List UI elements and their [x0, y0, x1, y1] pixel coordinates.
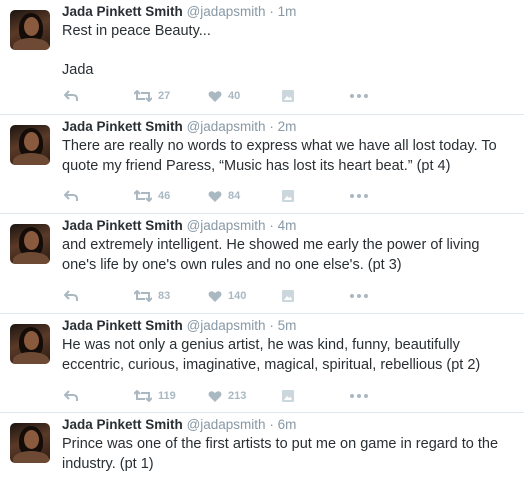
tweet-header: Jada Pinkett Smith @jadapsmith · 5m	[62, 318, 296, 334]
avatar[interactable]	[10, 324, 50, 364]
like-count: 40	[228, 90, 241, 102]
timestamp[interactable]: 6m	[278, 417, 297, 432]
tweet-header: Jada Pinkett Smith @jadapsmith · 6m	[62, 417, 296, 433]
tweet-text: There are really no words to express wha…	[62, 138, 497, 174]
more-button[interactable]	[350, 188, 368, 204]
more-dots-icon	[350, 394, 368, 398]
retweet-button[interactable]: 46	[134, 188, 170, 204]
media-icon	[282, 290, 294, 302]
tweet[interactable]: Jada Pinkett Smith @jadapsmith · 6m Prin…	[0, 413, 524, 483]
media-button[interactable]	[282, 388, 294, 404]
timestamp[interactable]: 4m	[278, 218, 297, 233]
separator: ·	[269, 318, 274, 333]
retweet-count: 27	[158, 90, 171, 102]
tweet-text: Prince was one of the first artists to p…	[62, 436, 499, 472]
heart-icon	[208, 190, 222, 202]
tweet-text: He was not only a genius artist, he was …	[62, 337, 481, 373]
media-button[interactable]	[282, 188, 294, 204]
user-handle[interactable]: @jadapsmith	[187, 417, 266, 432]
like-count: 84	[228, 190, 241, 202]
more-dots-icon	[350, 94, 368, 98]
tweet-header: Jada Pinkett Smith @jadapsmith · 2m	[62, 119, 296, 135]
heart-icon	[208, 90, 222, 102]
reply-icon	[64, 390, 78, 401]
more-dots-icon	[350, 294, 368, 298]
retweet-button[interactable]: 83	[134, 288, 170, 304]
timestamp[interactable]: 1m	[278, 4, 297, 19]
more-button[interactable]	[350, 88, 368, 104]
avatar[interactable]	[10, 423, 50, 463]
reply-button[interactable]	[64, 288, 78, 304]
retweet-count: 46	[158, 190, 171, 202]
user-handle[interactable]: @jadapsmith	[187, 4, 266, 19]
separator: ·	[269, 119, 274, 134]
user-handle[interactable]: @jadapsmith	[187, 119, 266, 134]
user-handle[interactable]: @jadapsmith	[187, 318, 266, 333]
media-button[interactable]	[282, 288, 294, 304]
separator: ·	[269, 218, 274, 233]
tweet-header: Jada Pinkett Smith @jadapsmith · 4m	[62, 218, 296, 234]
user-handle[interactable]: @jadapsmith	[187, 218, 266, 233]
avatar[interactable]	[10, 224, 50, 264]
tweet-header: Jada Pinkett Smith @jadapsmith · 1m	[62, 4, 296, 20]
tweet[interactable]: Jada Pinkett Smith @jadapsmith · 2m Ther…	[0, 115, 524, 214]
tweet-text: and extremely intelligent. He showed me …	[62, 237, 480, 273]
media-icon	[282, 390, 294, 402]
retweet-button[interactable]: 119	[134, 388, 176, 404]
like-button[interactable]: 213	[208, 388, 246, 404]
tweet[interactable]: Jada Pinkett Smith @jadapsmith · 5m He w…	[0, 314, 524, 413]
media-icon	[282, 190, 294, 202]
tweet-text: Rest in peace Beauty... Jada	[62, 23, 211, 78]
reply-icon	[64, 190, 78, 201]
reply-icon	[64, 290, 78, 301]
media-icon	[282, 90, 294, 102]
reply-button[interactable]	[64, 388, 78, 404]
avatar[interactable]	[10, 10, 50, 50]
like-button[interactable]: 140	[208, 288, 246, 304]
retweet-button[interactable]: 27	[134, 88, 170, 104]
retweet-icon	[134, 290, 152, 302]
more-dots-icon	[350, 194, 368, 198]
like-count: 213	[228, 390, 247, 402]
separator: ·	[269, 417, 274, 432]
like-count: 140	[228, 290, 247, 302]
reply-button[interactable]	[64, 188, 78, 204]
retweet-count: 83	[158, 290, 171, 302]
like-button[interactable]: 40	[208, 88, 240, 104]
tweet[interactable]: Jada Pinkett Smith @jadapsmith · 4m and …	[0, 214, 524, 314]
more-button[interactable]	[350, 288, 368, 304]
retweet-icon	[134, 390, 152, 402]
heart-icon	[208, 290, 222, 302]
user-name[interactable]: Jada Pinkett Smith	[62, 4, 183, 19]
retweet-icon	[134, 90, 152, 102]
more-button[interactable]	[350, 388, 368, 404]
retweet-icon	[134, 190, 152, 202]
reply-icon	[64, 90, 78, 101]
heart-icon	[208, 390, 222, 402]
like-button[interactable]: 84	[208, 188, 240, 204]
user-name[interactable]: Jada Pinkett Smith	[62, 318, 183, 333]
timestamp[interactable]: 2m	[278, 119, 297, 134]
media-button[interactable]	[282, 88, 294, 104]
separator: ·	[269, 4, 274, 19]
user-name[interactable]: Jada Pinkett Smith	[62, 119, 183, 134]
reply-button[interactable]	[64, 88, 78, 104]
avatar[interactable]	[10, 125, 50, 165]
user-name[interactable]: Jada Pinkett Smith	[62, 417, 183, 432]
timestamp[interactable]: 5m	[278, 318, 297, 333]
user-name[interactable]: Jada Pinkett Smith	[62, 218, 183, 233]
tweet[interactable]: Jada Pinkett Smith @jadapsmith · 1m Rest…	[0, 0, 524, 115]
retweet-count: 119	[158, 390, 176, 402]
